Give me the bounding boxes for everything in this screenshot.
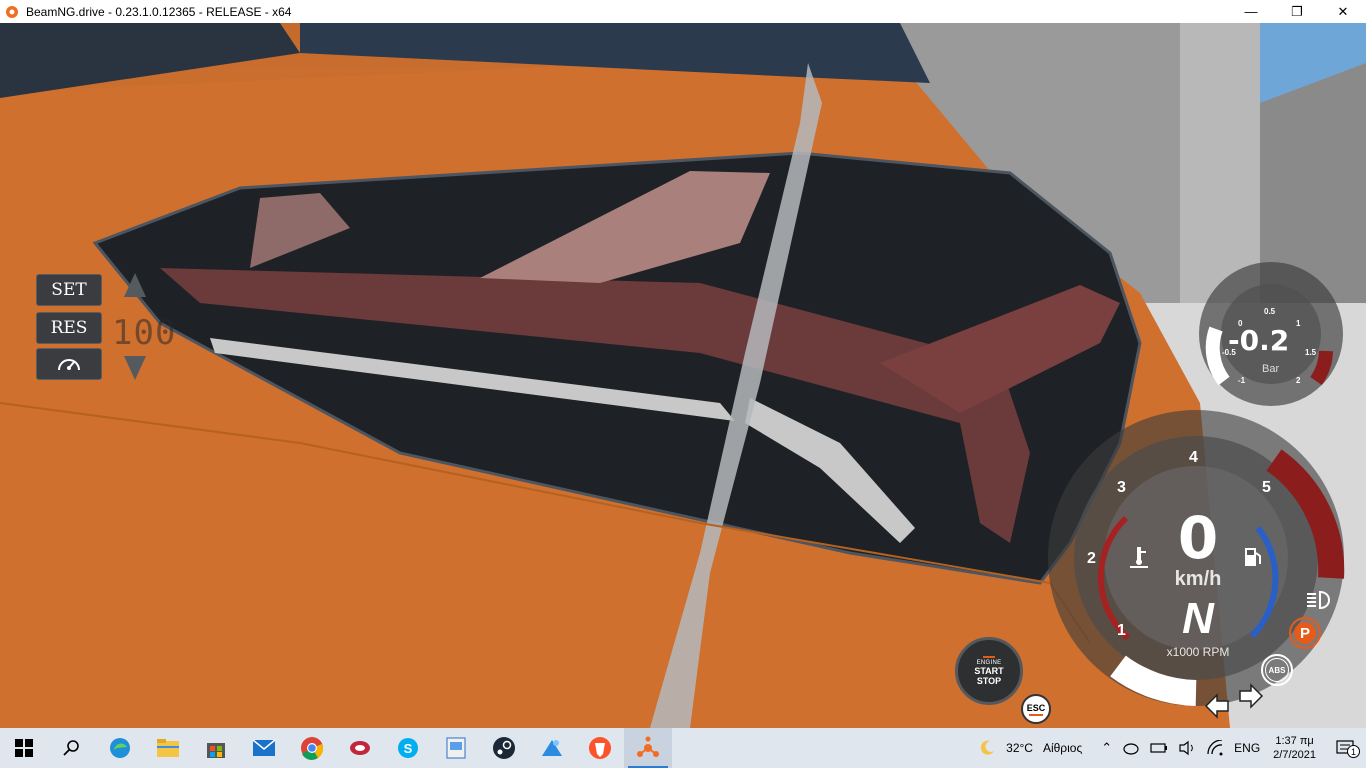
engine-start-stop-button[interactable]: ENGINE START STOP bbox=[955, 637, 1023, 705]
store-icon[interactable] bbox=[192, 728, 240, 768]
taskbar-clock[interactable]: 1:37 πμ 2/7/2021 bbox=[1265, 734, 1324, 762]
esc-label: ESC bbox=[1026, 702, 1046, 713]
rpm-tick: 3 bbox=[1117, 479, 1126, 496]
clock-date: 2/7/2021 bbox=[1273, 749, 1316, 761]
weather-description[interactable]: Αίθριος bbox=[1038, 741, 1096, 755]
weather-moon-icon[interactable] bbox=[973, 739, 1001, 757]
boost-tick: 1 bbox=[1296, 319, 1301, 328]
parking-label: P bbox=[1294, 622, 1316, 644]
speed-up-arrow-icon[interactable] bbox=[124, 273, 146, 297]
parking-brake-icon: P bbox=[1289, 617, 1321, 649]
rpm-tick: 4 bbox=[1189, 449, 1198, 466]
esc-button[interactable]: ESC bbox=[1021, 694, 1051, 724]
mail-icon[interactable] bbox=[240, 728, 288, 768]
abs-icon: ABS bbox=[1261, 654, 1293, 686]
minimize-icon[interactable]: — bbox=[1228, 0, 1274, 23]
battery-icon[interactable] bbox=[1145, 742, 1173, 754]
turn-left-arrow-icon bbox=[1204, 693, 1229, 719]
network-cloud-icon[interactable] bbox=[1117, 741, 1145, 755]
app-red-icon[interactable] bbox=[336, 728, 384, 768]
app-blue-icon[interactable] bbox=[528, 728, 576, 768]
clock-time: 1:37 πμ bbox=[1275, 735, 1314, 747]
edge-icon[interactable] bbox=[96, 728, 144, 768]
speed-value: 0 bbox=[1177, 504, 1219, 572]
skype-icon[interactable]: S bbox=[384, 728, 432, 768]
notification-icon[interactable]: 1 bbox=[1324, 740, 1366, 758]
boost-unit: Bar bbox=[1262, 363, 1280, 375]
turn-right-arrow-icon bbox=[1239, 683, 1264, 709]
cruise-speed-value: 100 bbox=[112, 313, 177, 353]
stop-label: STOP bbox=[976, 676, 1002, 686]
fuel-pump-icon bbox=[1245, 548, 1261, 566]
gear-indicator: N bbox=[1182, 594, 1214, 643]
taskbar: S 32°C Αίθριος ⌃ ENG 1:37 πμ 2/7/2021 1 bbox=[0, 728, 1366, 768]
close-icon[interactable]: ✕ bbox=[1320, 0, 1366, 23]
speed-down-arrow-icon[interactable] bbox=[124, 356, 146, 380]
maximize-icon[interactable]: ❐ bbox=[1274, 0, 1320, 23]
esc-indicator-led bbox=[1029, 713, 1043, 716]
chevron-up-icon[interactable]: ⌃ bbox=[1096, 740, 1117, 756]
speed-unit: km/h bbox=[1174, 568, 1222, 590]
chrome-icon[interactable] bbox=[288, 728, 336, 768]
beamng-taskbar-icon[interactable] bbox=[624, 728, 672, 768]
weather-temperature[interactable]: 32°C bbox=[1001, 741, 1038, 755]
file-explorer-icon[interactable] bbox=[144, 728, 192, 768]
start-label: START bbox=[974, 666, 1004, 676]
brave-icon[interactable] bbox=[576, 728, 624, 768]
engine-indicator-led bbox=[983, 656, 995, 658]
beamng-icon bbox=[4, 4, 20, 20]
windows-start-icon[interactable] bbox=[0, 728, 48, 768]
coolant-temperature-icon bbox=[1130, 547, 1148, 568]
boost-tick: -1 bbox=[1238, 376, 1246, 385]
cruise-speedometer-icon[interactable] bbox=[36, 348, 102, 380]
headlight-icon bbox=[1307, 590, 1330, 610]
cruise-res-button[interactable]: RES bbox=[36, 312, 102, 344]
abs-label: ABS bbox=[1265, 658, 1289, 682]
language-indicator[interactable]: ENG bbox=[1229, 741, 1265, 755]
steam-icon[interactable] bbox=[480, 728, 528, 768]
game-viewport[interactable]: SET RES 100 0 0.5 1 1.5 2 -1 -0.5 -0.2 B… bbox=[0, 23, 1366, 728]
svg-text:S: S bbox=[404, 741, 413, 756]
boost-tick: 1.5 bbox=[1305, 348, 1317, 357]
photos-icon[interactable] bbox=[432, 728, 480, 768]
window-titlebar: BeamNG.drive - 0.23.1.0.12365 - RELEASE … bbox=[0, 0, 1366, 23]
rpm-tick: 2 bbox=[1087, 550, 1096, 567]
notification-count: 1 bbox=[1347, 745, 1360, 758]
rpm-tick: 5 bbox=[1262, 479, 1271, 496]
window-title: BeamNG.drive - 0.23.1.0.12365 - RELEASE … bbox=[26, 4, 292, 19]
rpm-tick: 1 bbox=[1117, 622, 1126, 639]
search-icon[interactable] bbox=[48, 728, 96, 768]
boost-tick: 2 bbox=[1296, 376, 1301, 385]
wifi-icon[interactable] bbox=[1201, 740, 1229, 756]
cruise-set-button[interactable]: SET bbox=[36, 274, 102, 306]
boost-value: -0.2 bbox=[1228, 324, 1290, 357]
boost-tick: 0.5 bbox=[1264, 307, 1276, 316]
rpm-label: x1000 RPM bbox=[1166, 645, 1230, 659]
volume-icon[interactable] bbox=[1173, 740, 1201, 756]
